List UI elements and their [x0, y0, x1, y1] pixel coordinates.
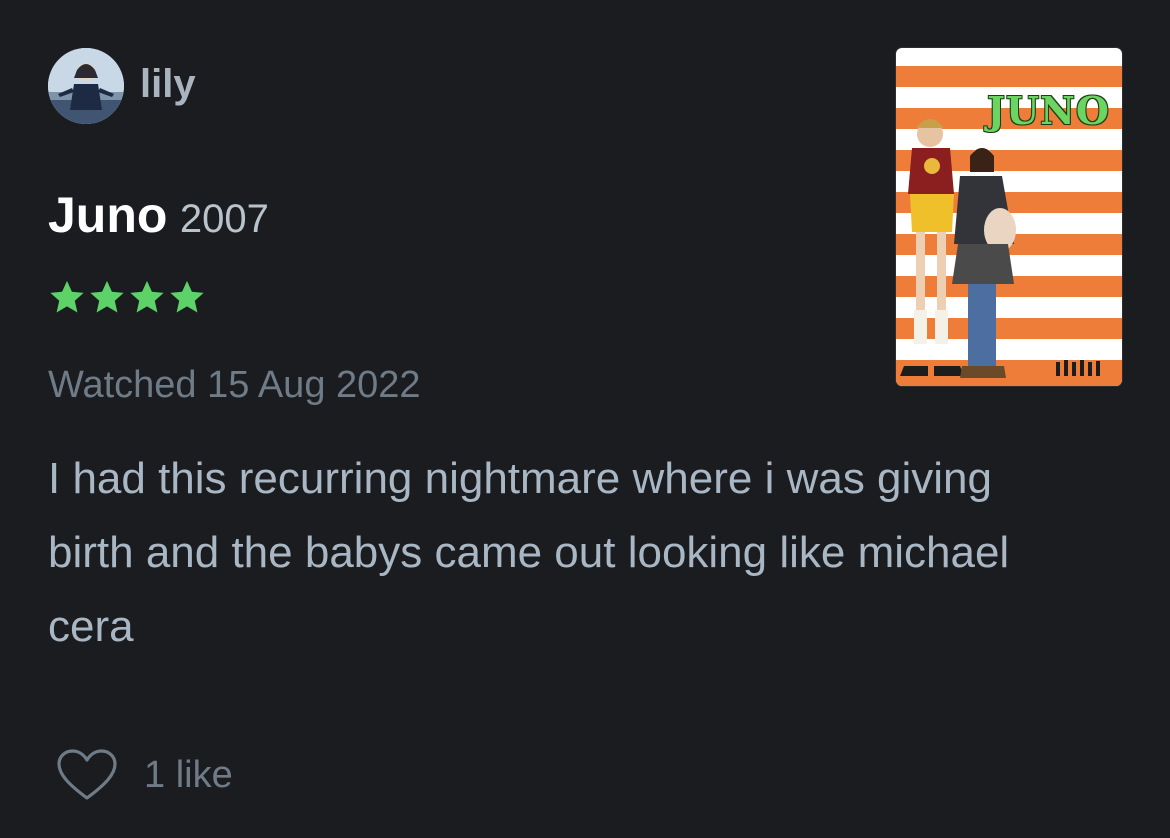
- film-year[interactable]: 2007: [180, 197, 269, 241]
- username[interactable]: lily: [140, 64, 196, 104]
- watched-date: Watched 15 Aug 2022: [48, 364, 421, 406]
- like-count[interactable]: 1 like: [144, 756, 233, 794]
- star-rating: [48, 278, 206, 316]
- film-heading: Juno 2007: [48, 190, 269, 240]
- star-icon: [90, 280, 124, 313]
- poster-title: JUNO: [987, 88, 1110, 133]
- film-title[interactable]: Juno: [48, 187, 167, 243]
- star-icon: [50, 280, 84, 313]
- review-text: I had this recurring nightmare where i w…: [48, 454, 1010, 651]
- heart-outline-icon[interactable]: [56, 748, 118, 802]
- like-row: 1 like: [56, 748, 233, 802]
- star-icon: [170, 280, 204, 313]
- film-poster[interactable]: JUNO: [896, 48, 1122, 386]
- star-icon: [130, 280, 164, 313]
- avatar-photo: [48, 48, 124, 124]
- user-avatar[interactable]: [48, 48, 124, 124]
